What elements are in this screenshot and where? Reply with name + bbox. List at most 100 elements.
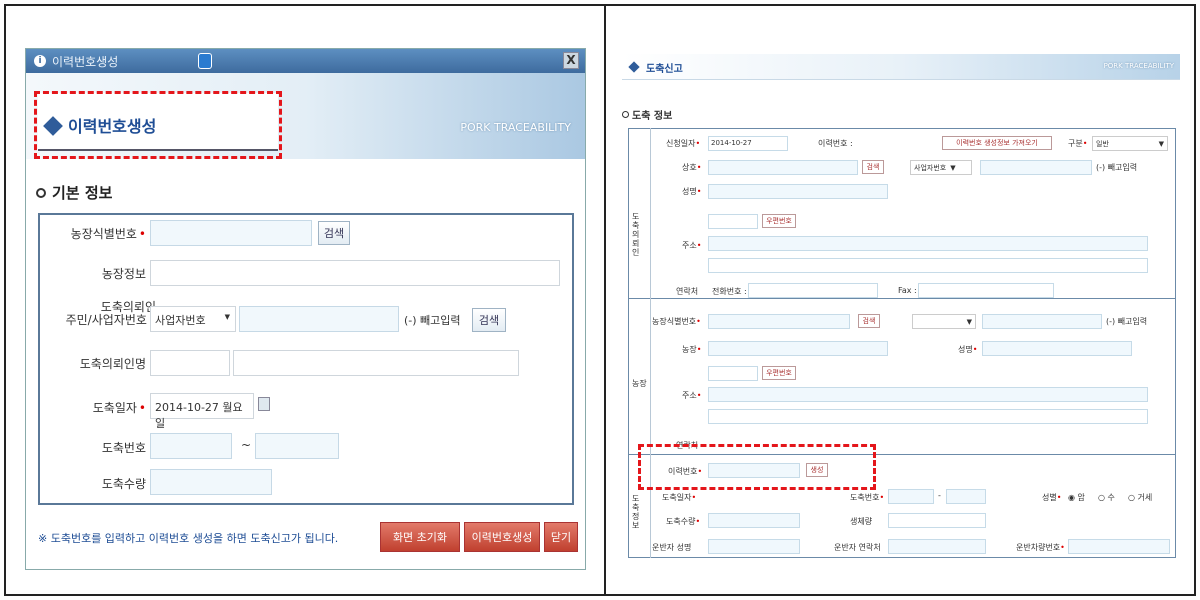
farm-id-label: 농장식별번호 • (70, 227, 146, 241)
brand-text: PORK TRACEABILITY (460, 121, 571, 134)
birth-input-r[interactable] (888, 513, 986, 528)
section-title: 기본 정보 (52, 184, 113, 202)
trace-number-popup: i 이력번호생성 X PORK TRACEABILITY 이력번호생성 기본 정… (25, 48, 586, 570)
generate-button[interactable]: 이력번호생성 (464, 522, 540, 552)
farm-zip-input-r[interactable] (708, 366, 758, 381)
carrier-name-label-r: 운반자 성명 (652, 543, 692, 552)
r-name-input[interactable] (708, 160, 858, 175)
right-header-band: 도축신고 PORK TRACEABILITY (622, 54, 1180, 80)
sex-radio-male[interactable]: ○ 수 (1098, 492, 1115, 503)
farm-zip-button-r[interactable]: 우편번호 (762, 366, 796, 380)
requester-search-button[interactable]: 검색 (472, 308, 506, 332)
carrier-car-label-r: 운반차량번호• (1016, 543, 1065, 552)
owner-label-r: 성명• (958, 345, 978, 354)
farm-search-button-r[interactable]: 검색 (858, 314, 880, 328)
r-rep-input[interactable] (708, 184, 888, 199)
farm-addr-input-1-r[interactable] (708, 387, 1148, 402)
carrier-name-input-r[interactable] (708, 539, 800, 554)
farm-id-input-r[interactable] (708, 314, 850, 329)
apply-date-input[interactable]: 2014-10-27 (708, 136, 788, 151)
popup-titlebar: i 이력번호생성 X (26, 49, 585, 73)
slaughter-report-panel: 도축신고 PORK TRACEABILITY 도축 정보 도축의뢰인 농장 도축… (622, 54, 1182, 572)
slaughter-no-from-r[interactable] (888, 489, 934, 504)
farm-id-label-r: 농장식별번호• (652, 317, 701, 326)
farm-hint-r: (-) 빼고입력 (1106, 317, 1148, 326)
popup-title: 이력번호생성 (52, 55, 119, 69)
sex-label-r: 성별• (1042, 493, 1062, 502)
slaughter-no-to-r[interactable] (946, 489, 986, 504)
r-biz-input[interactable] (980, 160, 1092, 175)
date-label: 도축일자 • (92, 401, 146, 415)
farm-name-label-r: 농장• (682, 345, 702, 354)
highlight-box-trace (638, 444, 876, 490)
r-phone-input[interactable] (748, 283, 878, 298)
info-icon: i (34, 55, 46, 67)
right-section-bullet-icon (622, 111, 629, 118)
farm-name-input-r[interactable] (708, 341, 888, 356)
owner-input-r[interactable] (982, 341, 1132, 356)
farm-type-select-r[interactable]: ▼ (912, 314, 976, 329)
reset-button[interactable]: 화면 초기화 (380, 522, 460, 552)
sex-radio-castrated[interactable]: ○ 거세 (1128, 492, 1152, 503)
r-rep-label: 성명• (682, 187, 702, 196)
group-divider-1 (628, 298, 1176, 299)
r-fax-input[interactable] (918, 283, 1054, 298)
highlight-box-title (34, 91, 282, 159)
r-phone-label: 전화번호 : (712, 287, 747, 296)
requester-name-input-1[interactable] (150, 350, 230, 376)
farm-addr-input-2-r[interactable] (708, 409, 1148, 424)
trace-no-label: 이력번호 : (818, 139, 853, 148)
farm-info-label: 농장정보 (101, 267, 146, 281)
right-section-title: 도축 정보 (632, 111, 673, 122)
date-input[interactable]: 2014-10-27 월요일 (150, 393, 254, 430)
carrier-contact-label-r: 운반자 연락처 (834, 543, 881, 552)
r-biz-select[interactable]: 사업자번호 ▼ (910, 160, 972, 175)
slaughter-no-label-r: 도축번호• (850, 493, 885, 502)
r-addr-input-1[interactable] (708, 236, 1148, 251)
right-diamond-icon (628, 61, 640, 73)
section-bullet-icon (36, 188, 46, 198)
requester-group-label: 도축의뢰인 (632, 212, 640, 257)
r-fax-label: Fax : (898, 286, 917, 295)
requester-id-label: 도축의뢰인주민/사업자번호• (65, 300, 156, 327)
close-button[interactable]: 닫기 (544, 522, 578, 552)
number-to-input[interactable] (255, 433, 339, 459)
slaughter-group-label: 도축정보 (632, 494, 640, 530)
qty-input-r[interactable] (708, 513, 800, 528)
farm-group-label: 농장 (632, 379, 647, 388)
number-separator: ~ (241, 438, 252, 452)
r-zip-input[interactable] (708, 214, 758, 229)
notice-text: ※ 도축번호를 입력하고 이력번호 생성을 하면 도축신고가 됩니다. (38, 532, 339, 545)
number-label: 도축번호 (101, 441, 146, 455)
type-select[interactable]: 일반 ▼ (1092, 136, 1168, 151)
farm-search-button[interactable]: 검색 (318, 221, 350, 245)
carrier-car-input-r[interactable] (1068, 539, 1170, 554)
panel-divider (604, 4, 606, 596)
id-type-select[interactable]: 사업자번호 ▼ (150, 306, 236, 332)
farm-biz-input-r[interactable] (982, 314, 1102, 329)
requester-name-input-2[interactable] (233, 350, 519, 376)
requester-name-label: 도축의뢰인명 (79, 357, 146, 371)
r-search-button[interactable]: 검색 (862, 160, 884, 174)
qty-input[interactable] (150, 469, 272, 495)
slaughter-no-sep-r: - (938, 491, 941, 500)
carrier-contact-input-r[interactable] (888, 539, 986, 554)
slaughter-date-label-r: 도축일자• (662, 493, 697, 502)
close-icon[interactable]: X (563, 52, 579, 69)
right-title: 도축신고 (646, 64, 683, 75)
calendar-icon[interactable] (258, 397, 270, 411)
qty-label-r: 도축수량• (666, 517, 701, 526)
farm-addr-label-r: 주소• (682, 391, 702, 400)
number-from-input[interactable] (150, 433, 232, 459)
sex-radio-female[interactable]: ◉ 암 (1068, 492, 1085, 503)
qty-label: 도축수량 (101, 477, 146, 491)
r-addr-input-2[interactable] (708, 258, 1148, 273)
farm-id-input[interactable] (150, 220, 312, 246)
farm-info-input[interactable] (150, 260, 560, 286)
birth-label-r: 생체량 (850, 517, 873, 526)
trace-info-button[interactable]: 이력번호 생성정보 가져오기 (942, 136, 1052, 150)
type-label: 구분• (1068, 139, 1088, 148)
r-hint: (-) 빼고입력 (1096, 163, 1138, 172)
requester-id-input[interactable] (239, 306, 399, 332)
r-zip-button[interactable]: 우편번호 (762, 214, 796, 228)
